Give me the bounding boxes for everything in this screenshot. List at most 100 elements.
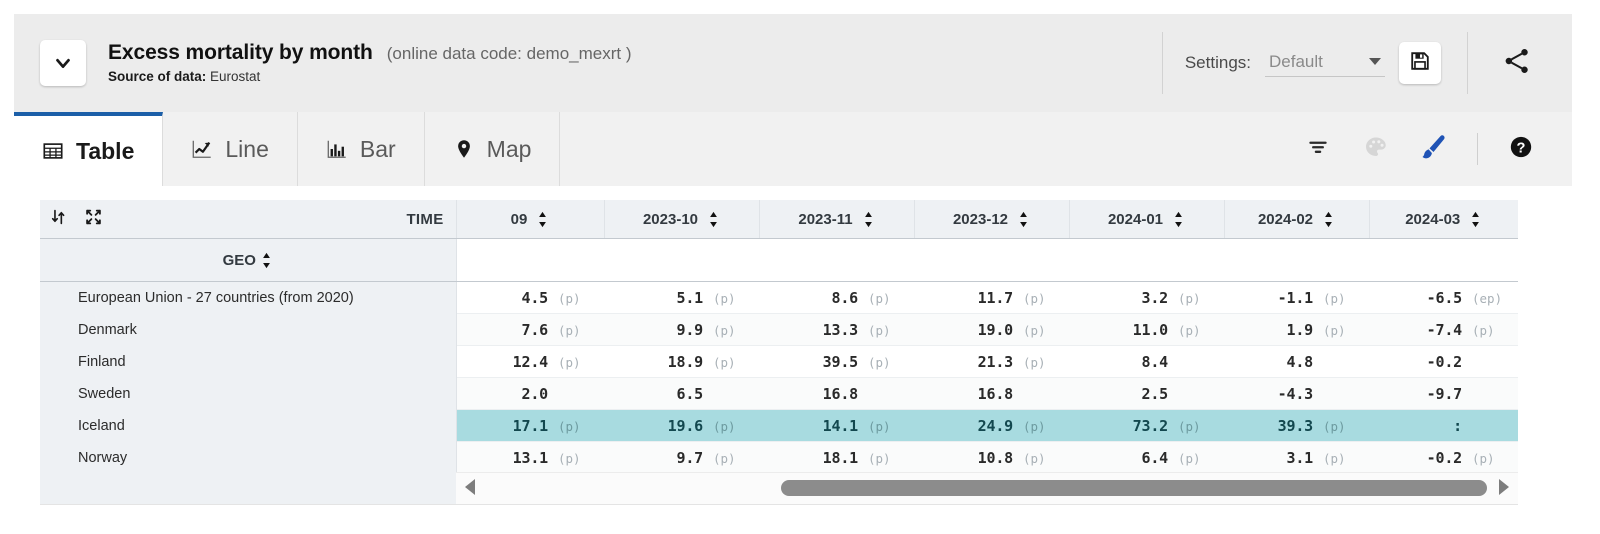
horizontal-scrollbar[interactable] [456, 472, 1518, 505]
column-header-label: 2024-03 [1405, 210, 1461, 228]
table-cell: : [1369, 409, 1518, 442]
cell-value: 1.9 [1286, 320, 1314, 339]
column-header-label: 2023-12 [952, 210, 1009, 228]
row-geo-label: European Union - 27 countries (from 2020… [40, 281, 457, 314]
column-header-2024-01[interactable]: 2024-01 [1069, 200, 1225, 239]
table-cell: 2.5 [1069, 377, 1224, 410]
expand-arrows-icon[interactable] [85, 209, 102, 230]
source-line: Source of data: Eurostat [108, 69, 632, 86]
cell-flag: (p) [868, 322, 891, 338]
cell-value: 5.1 [676, 288, 704, 307]
share-button[interactable] [1467, 32, 1554, 94]
geo-header-row: GEO [40, 238, 1518, 282]
filter-button[interactable] [1289, 112, 1347, 186]
sort-toggle-icon[interactable] [1017, 211, 1030, 228]
brush-icon [1419, 132, 1449, 167]
column-header-2024-03[interactable]: 2024-03 [1369, 200, 1518, 239]
scrollbar-track[interactable] [486, 473, 1488, 505]
table-row[interactable]: Denmark 7.6 (p) 9.9 (p) 13.3 (p) 19.0 (p) 11… [40, 313, 1518, 346]
sort-updown-icon[interactable] [50, 209, 67, 230]
geo-dimension-label: GEO [222, 251, 256, 269]
tab-line[interactable]: Line [163, 112, 298, 186]
table-head: TIME 09 2023-10 2023-11 2023-12 2024-01 … [40, 200, 1518, 282]
table-cell: 39.3 (p) [1224, 409, 1369, 442]
palette-button[interactable] [1347, 112, 1405, 186]
scrollbar-thumb[interactable] [781, 480, 1487, 496]
cell-value: -4.3 [1277, 384, 1314, 403]
table-row-highlighted[interactable]: Iceland 17.1 (p) 19.6 (p) 14.1 (p) 24.9 (p) … [40, 409, 1518, 442]
table-cell: -1.1 (p) [1224, 281, 1369, 314]
settings-dropdown[interactable]: Default [1265, 50, 1385, 77]
cell-value: 11.7 [977, 288, 1014, 307]
sort-toggle-icon[interactable] [707, 211, 720, 228]
geo-dimension-header[interactable]: GEO [40, 238, 457, 282]
table-row[interactable]: European Union - 27 countries (from 2020… [40, 281, 1518, 314]
row-geo-label: Denmark [40, 313, 457, 346]
scroll-left-button[interactable] [456, 473, 486, 505]
table-body: European Union - 27 countries (from 2020… [40, 281, 1518, 474]
sort-toggle-icon[interactable] [1469, 211, 1482, 228]
dataset-title-line: Excess mortality by month (online data c… [108, 40, 632, 66]
table-cell: 13.3 (p) [759, 313, 914, 346]
cell-value: 6.5 [676, 384, 704, 403]
triangle-right-icon [1495, 477, 1511, 502]
table-grid-icon [42, 140, 64, 162]
cell-flag: (p) [1472, 450, 1495, 466]
sort-toggle-icon[interactable] [1172, 211, 1185, 228]
table-cell: 8.4 [1069, 345, 1224, 378]
cell-value: 21.3 [977, 352, 1014, 371]
table-cell: 73.2 (p) [1069, 409, 1224, 442]
triangle-left-icon [463, 477, 479, 502]
tab-map[interactable]: Map [424, 112, 561, 186]
table-row[interactable]: Finland 12.4 (p) 18.9 (p) 39.5 (p) 21.3 (p) … [40, 345, 1518, 378]
sort-toggle-icon[interactable] [260, 252, 273, 269]
cell-value: 3.2 [1141, 288, 1169, 307]
column-header-2023-12[interactable]: 2023-12 [914, 200, 1070, 239]
help-icon: ? [1508, 134, 1534, 165]
filter-icon [1305, 134, 1331, 165]
cell-flag: (p) [713, 290, 736, 306]
scroll-right-button[interactable] [1488, 473, 1518, 505]
tab-bar[interactable]: Bar [297, 112, 425, 186]
table-cell: 16.8 [914, 377, 1069, 410]
brush-button[interactable] [1405, 112, 1463, 186]
column-header-2023-09[interactable]: 09 [456, 200, 605, 239]
save-settings-button[interactable] [1399, 42, 1441, 84]
table-row[interactable]: Norway 13.1 (p) 9.7 (p) 18.1 (p) 10.8 (p) 6.… [40, 441, 1518, 474]
cell-value: 73.2 [1132, 416, 1169, 435]
column-header-2023-10[interactable]: 2023-10 [604, 200, 760, 239]
table-row[interactable]: Sweden 2.0 6.5 16.8 16.8 2.5 -4.3 -9.7 [40, 377, 1518, 410]
tab-list: Table Line Bar Map [14, 112, 561, 186]
dataset-code: (online data code: demo_mexrt ) [386, 43, 632, 63]
table-cell: 21.3 (p) [914, 345, 1069, 378]
cell-value: 19.6 [667, 416, 704, 435]
cell-value: 16.8 [822, 384, 859, 403]
cell-value: 6.4 [1141, 448, 1169, 467]
sort-toggle-icon[interactable] [536, 211, 549, 228]
sort-toggle-icon[interactable] [1322, 211, 1335, 228]
chevron-down-icon [1369, 58, 1381, 65]
cell-flag: (p) [558, 322, 581, 338]
row-geo-label: Finland [40, 345, 457, 378]
cell-flag: (p) [713, 354, 736, 370]
column-header-label: 2023-11 [798, 210, 853, 228]
table-cell: 5.1 (p) [604, 281, 759, 314]
help-button[interactable]: ? [1492, 112, 1550, 186]
column-header-2023-11[interactable]: 2023-11 [759, 200, 915, 239]
tab-table-label: Table [76, 137, 135, 164]
table-cell: 19.0 (p) [914, 313, 1069, 346]
cell-value: -1.1 [1277, 288, 1314, 307]
settings-group: Settings: Default [1161, 32, 1467, 94]
sort-toggle-icon[interactable] [862, 211, 875, 228]
column-header-2024-02[interactable]: 2024-02 [1224, 200, 1370, 239]
toolbar-divider [1477, 133, 1478, 165]
settings-label: Settings: [1184, 53, 1251, 72]
table-cell: 39.5 (p) [759, 345, 914, 378]
collapse-toggle-button[interactable] [40, 40, 86, 86]
cell-flag: (p) [558, 450, 581, 466]
tab-map-label: Map [486, 135, 532, 162]
cell-flag: (p) [713, 450, 736, 466]
cell-value: 12.4 [512, 352, 549, 371]
column-header-label: 2024-02 [1257, 210, 1314, 228]
tab-table[interactable]: Table [14, 112, 164, 186]
